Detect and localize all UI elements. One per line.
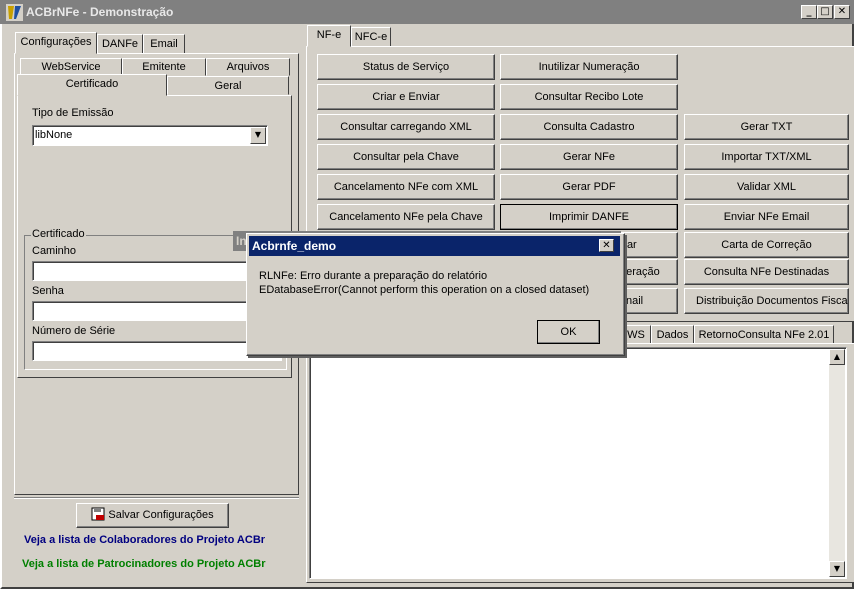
consultar-recibo-lote-button[interactable]: Consultar Recibo Lote — [500, 84, 678, 110]
save-icon — [91, 507, 105, 521]
distribuicao-documentos-button[interactable]: Distribuição Documentos Fiscais — [684, 288, 849, 314]
memo-scrollbar[interactable] — [829, 349, 845, 577]
cancelamento-nfe-xml-button[interactable]: Cancelamento NFe com XML — [317, 174, 495, 200]
salvar-label: Salvar Configurações — [108, 509, 214, 521]
tab-nfe[interactable]: NF-e — [307, 25, 351, 47]
numero-serie-label: Número de Série — [32, 325, 116, 337]
email-label-fragment: nail — [626, 295, 644, 307]
cancelamento-nfe-chave-button[interactable]: Cancelamento NFe pela Chave — [317, 204, 495, 230]
consultar-pela-chave-button[interactable]: Consultar pela Chave — [317, 144, 495, 170]
senha-label: Senha — [32, 285, 64, 297]
error-message-line2: EDatabaseError(Cannot perform this opera… — [259, 284, 590, 296]
imprimir-danfe-button[interactable]: Imprimir DANFE — [500, 204, 678, 230]
inutilizar-numeracao-button[interactable]: Inutilizar Numeração — [500, 54, 678, 80]
tipo-emissao-label: Tipo de Emissão — [32, 107, 114, 119]
minimize-button[interactable]: _ — [801, 5, 817, 19]
subtab-certificado[interactable]: Certificado — [17, 74, 167, 96]
window-title: ACBrNFe - Demonstração — [26, 5, 174, 19]
error-message-line1: RLNFe: Erro durante a preparação do rela… — [259, 270, 488, 282]
importar-txt-xml-button[interactable]: Importar TXT/XML — [684, 144, 849, 170]
consulta-cadastro-button[interactable]: Consulta Cadastro — [500, 114, 678, 140]
app-logo-icon — [6, 4, 23, 21]
consulta-nfe-destinadas-button[interactable]: Consulta NFe Destinadas — [684, 259, 849, 285]
maximize-button[interactable]: □ — [817, 5, 833, 19]
close-window-button[interactable]: ✕ — [834, 5, 850, 19]
error-dialog-titlebar: Acbrnfe_demo ✕ — [249, 236, 620, 256]
subtab-arquivos[interactable]: Arquivos — [206, 58, 290, 76]
validar-xml-button[interactable]: Validar XML — [684, 174, 849, 200]
enviar-nfe-email-button[interactable]: Enviar NFe Email — [684, 204, 849, 230]
tipo-emissao-select[interactable]: libNone ▼ — [32, 125, 268, 146]
tab-nfce[interactable]: NFC-e — [351, 27, 391, 47]
error-dialog: Acbrnfe_demo ✕ RLNFe: Erro durante a pre… — [246, 233, 625, 356]
tab-danfe[interactable]: DANFe — [97, 34, 143, 54]
consultar-carregando-xml-button[interactable]: Consultar carregando XML — [317, 114, 495, 140]
link-patrocinadores[interactable]: Veja a lista de Patrocinadores do Projet… — [22, 558, 286, 570]
gerar-nfe-button[interactable]: Gerar NFe — [500, 144, 678, 170]
criar-enviar-button[interactable]: Criar e Enviar — [317, 84, 495, 110]
ok-button[interactable]: OK — [537, 320, 600, 344]
senha-input[interactable] — [32, 301, 282, 321]
result-memo[interactable] — [309, 347, 847, 579]
scroll-up-icon[interactable]: ▲ — [829, 349, 845, 365]
salvar-configuracoes-button[interactable]: Salvar Configurações — [76, 503, 229, 528]
carta-correcao-button[interactable]: Carta de Correção — [684, 232, 849, 258]
certificado-group-label: Certificado — [31, 228, 86, 240]
numero-serie-input[interactable] — [32, 341, 282, 361]
link-colaboradores[interactable]: Veja a lista de Colaboradores do Projeto… — [24, 534, 286, 546]
tab-ws[interactable]: WS — [621, 325, 651, 344]
scroll-down-icon[interactable]: ▼ — [829, 561, 845, 577]
recuperacao-label-fragment: peração — [620, 266, 660, 278]
caminho-input[interactable] — [32, 261, 282, 281]
status-servico-button[interactable]: Status de Serviço — [317, 54, 495, 80]
gerar-txt-button[interactable]: Gerar TXT — [684, 114, 849, 140]
tipo-emissao-value: libNone — [35, 129, 73, 141]
tab-retorno-consulta[interactable]: RetornoConsulta NFe 2.01 — [694, 325, 834, 344]
divider — [14, 497, 299, 499]
tab-configuracoes[interactable]: Configurações — [15, 32, 97, 54]
close-icon[interactable]: ✕ — [599, 239, 614, 252]
chevron-down-icon[interactable]: ▼ — [250, 127, 266, 144]
tab-dados[interactable]: Dados — [651, 325, 694, 344]
error-dialog-title: Acbrnfe_demo — [252, 239, 337, 253]
gerar-pdf-button[interactable]: Gerar PDF — [500, 174, 678, 200]
subtab-geral[interactable]: Geral — [167, 76, 289, 95]
tab-email[interactable]: Email — [143, 34, 185, 54]
caminho-label: Caminho — [32, 245, 77, 257]
